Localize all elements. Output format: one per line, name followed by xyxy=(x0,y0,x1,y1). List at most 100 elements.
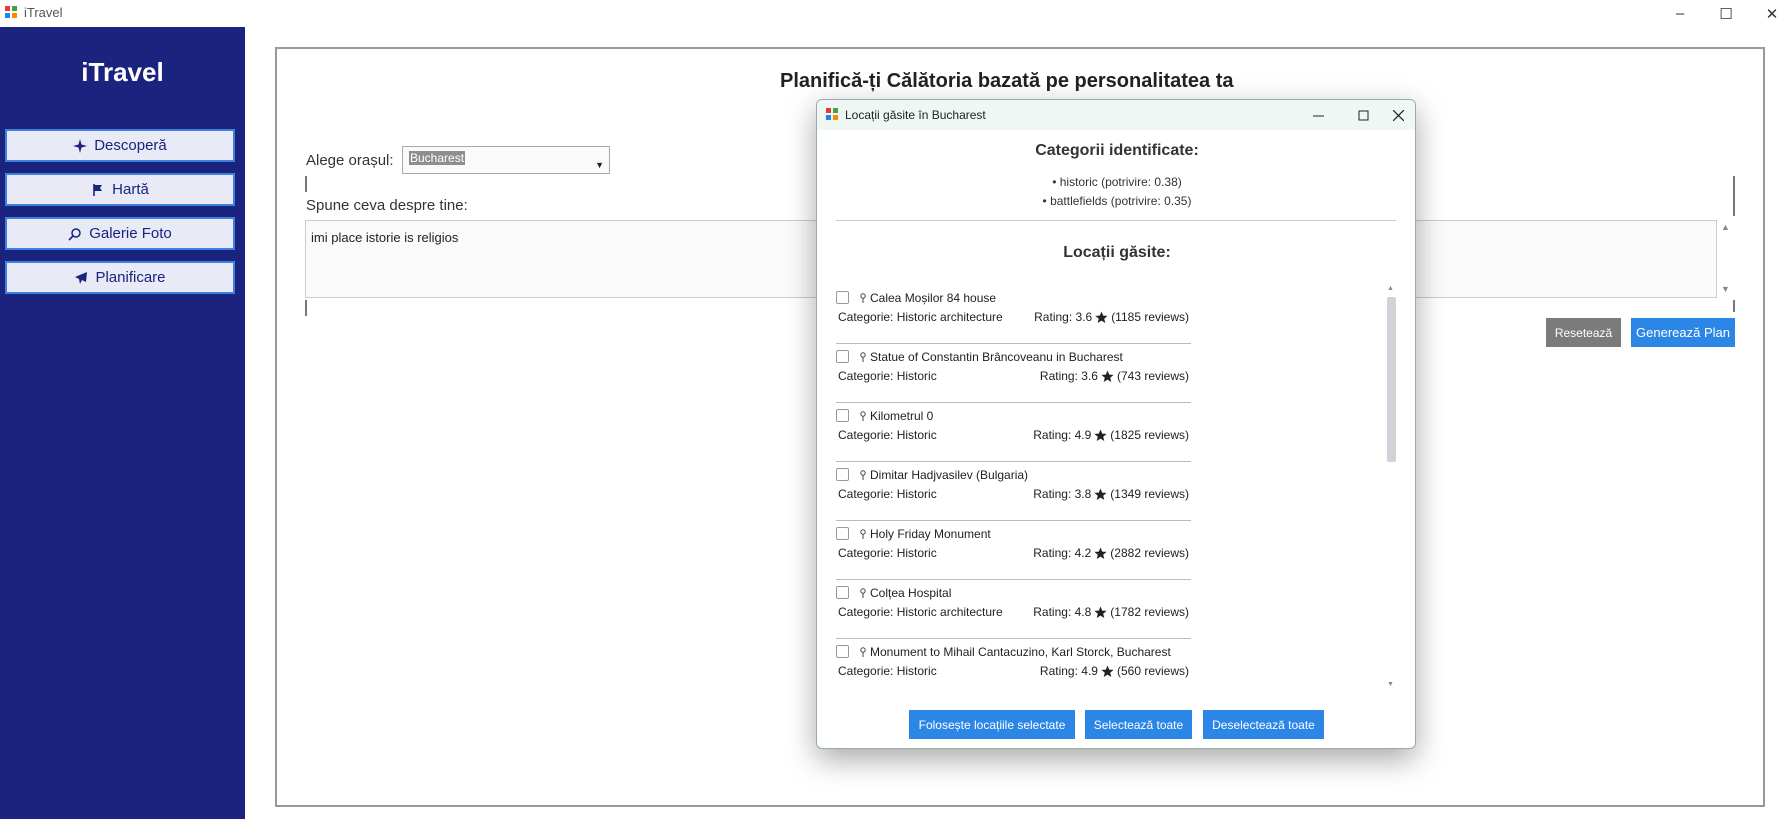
location-category: Categorie: Historic xyxy=(838,546,937,560)
location-rating: Rating: 4.8 (1782 reviews) xyxy=(1033,605,1189,619)
reviews-count: (743 reviews) xyxy=(1116,369,1189,383)
pin-icon xyxy=(860,529,866,539)
reset-button[interactable]: Resetează xyxy=(1546,318,1621,347)
select-all-button[interactable]: Selectează toate xyxy=(1085,710,1192,739)
city-dropdown-value: Bucharest xyxy=(409,151,466,165)
category-item: • historic (potrivire: 0.38) xyxy=(1052,175,1182,189)
divider xyxy=(836,220,1396,221)
window-title: iTravel xyxy=(24,5,63,20)
locations-dialog: Locații găsite în Bucharest Categorii id… xyxy=(816,99,1416,749)
star-icon xyxy=(1095,311,1108,323)
pin-icon xyxy=(860,411,866,421)
scroll-up-icon[interactable]: ▲ xyxy=(1387,285,1394,292)
location-rating: Rating: 4.9 (560 reviews) xyxy=(1040,664,1189,678)
search-icon xyxy=(68,227,81,241)
reviews-count: (2882 reviews) xyxy=(1110,546,1189,560)
location-checkbox[interactable] xyxy=(836,527,849,540)
location-name: Holy Friday Monument xyxy=(870,527,991,541)
nav-descopera-button[interactable]: Descoperă xyxy=(5,129,235,162)
sidebar: iTravel Descoperă Hartă Galerie Foto Pla… xyxy=(0,27,245,819)
location-name: Colțea Hospital xyxy=(870,586,952,600)
about-label: Spune ceva despre tine: xyxy=(306,197,468,214)
use-selected-button[interactable]: Folosește locațiile selectate xyxy=(909,710,1075,739)
minimize-button[interactable]: – xyxy=(1657,0,1703,27)
list-item: Holy Friday Monument Categorie: Historic… xyxy=(836,521,1191,580)
star-icon xyxy=(1094,606,1107,618)
location-category: Categorie: Historic architecture xyxy=(838,310,1003,324)
window-titlebar: iTravel – ☐ ✕ xyxy=(0,0,1789,27)
deselect-all-button[interactable]: Deselectează toate xyxy=(1203,710,1324,739)
nav-planificare-label: Planificare xyxy=(95,269,166,286)
reviews-count: (560 reviews) xyxy=(1116,664,1189,678)
maximize-button[interactable]: ☐ xyxy=(1703,0,1749,27)
reviews-count: (1782 reviews) xyxy=(1110,605,1189,619)
minimize-icon xyxy=(1313,115,1324,116)
nav-descopera-label: Descoperă xyxy=(94,137,167,154)
airplane-icon xyxy=(75,271,88,284)
close-icon xyxy=(1393,109,1404,121)
location-rating: Rating: 3.8 (1349 reviews) xyxy=(1033,487,1189,501)
star-icon xyxy=(1094,429,1107,441)
star-icon xyxy=(1101,665,1114,677)
list-item: Kilometrul 0 Categorie: Historic Rating:… xyxy=(836,403,1191,462)
scroll-down-icon[interactable]: ▼ xyxy=(1387,681,1394,688)
list-item: Statue of Constantin Brâncoveanu in Buch… xyxy=(836,344,1191,403)
location-checkbox[interactable] xyxy=(836,350,849,363)
pin-icon xyxy=(860,588,866,598)
close-button[interactable]: ✕ xyxy=(1749,0,1789,27)
location-rating: Rating: 4.9 (1825 reviews) xyxy=(1033,428,1189,442)
chevron-down-icon: ▼ xyxy=(595,160,604,170)
scroll-down-icon[interactable]: ▼ xyxy=(1721,284,1730,294)
location-name: Calea Moșilor 84 house xyxy=(870,291,997,305)
scroll-up-icon[interactable]: ▲ xyxy=(1721,222,1730,232)
brand-title: iTravel xyxy=(81,57,164,87)
location-rating: Rating: 4.2 (2882 reviews) xyxy=(1033,546,1189,560)
location-checkbox[interactable] xyxy=(836,645,849,658)
rating-value: Rating: 4.2 xyxy=(1033,546,1092,560)
dialog-minimize-button[interactable] xyxy=(1296,100,1341,130)
rating-value: Rating: 3.6 xyxy=(1039,369,1098,383)
location-name: Monument to Mihail Cantacuzino, Karl Sto… xyxy=(870,645,1171,659)
page-title: Planifică-ți Călătoria bazată pe persona… xyxy=(780,70,1234,92)
sparkles-icon xyxy=(73,138,88,153)
star-icon xyxy=(1094,488,1107,500)
star-icon xyxy=(1094,547,1107,559)
reviews-count: (1349 reviews) xyxy=(1110,487,1189,501)
city-dropdown[interactable]: Bucharest ▼ xyxy=(402,146,610,174)
pin-icon xyxy=(860,293,866,303)
location-category: Categorie: Historic xyxy=(838,369,937,383)
nav-harta-button[interactable]: Hartă xyxy=(5,173,235,206)
list-item: Dimitar Hadjvasilev (Bulgaria) Categorie… xyxy=(836,462,1191,521)
category-item: • battlefields (potrivire: 0.35) xyxy=(1042,194,1192,208)
generate-plan-button[interactable]: Generează Plan xyxy=(1631,318,1735,347)
rating-value: Rating: 4.9 xyxy=(1033,428,1092,442)
star-icon xyxy=(1101,370,1114,382)
nav-galerie-button[interactable]: Galerie Foto xyxy=(5,217,235,250)
location-checkbox[interactable] xyxy=(836,586,849,599)
location-name: Statue of Constantin Brâncoveanu in Buch… xyxy=(870,350,1123,364)
reviews-count: (1185 reviews) xyxy=(1111,310,1189,324)
list-item: Monument to Mihail Cantacuzino, Karl Sto… xyxy=(836,639,1191,690)
reviews-count: (1825 reviews) xyxy=(1110,428,1189,442)
nav-planificare-button[interactable]: Planificare xyxy=(5,261,235,294)
location-checkbox[interactable] xyxy=(836,468,849,481)
pin-icon xyxy=(860,470,866,480)
divider xyxy=(1733,300,1735,312)
dialog-close-button[interactable] xyxy=(1376,100,1415,130)
list-item: Calea Moșilor 84 house Categorie: Histor… xyxy=(836,285,1191,344)
pin-icon xyxy=(860,352,866,362)
location-category: Categorie: Historic xyxy=(838,664,937,678)
location-category: Categorie: Historic xyxy=(838,487,937,501)
rating-value: Rating: 4.8 xyxy=(1033,605,1092,619)
nav-harta-label: Hartă xyxy=(112,181,149,198)
nav-galerie-label: Galerie Foto xyxy=(89,225,172,242)
rating-value: Rating: 4.9 xyxy=(1039,664,1098,678)
location-checkbox[interactable] xyxy=(836,409,849,422)
maximize-icon xyxy=(1358,110,1369,120)
app-logo-icon xyxy=(5,6,17,18)
location-checkbox[interactable] xyxy=(836,291,849,304)
rating-value: Rating: 3.8 xyxy=(1033,487,1092,501)
location-name: Kilometrul 0 xyxy=(870,409,934,423)
divider xyxy=(305,176,307,192)
list-scrollbar-thumb[interactable] xyxy=(1387,297,1396,462)
